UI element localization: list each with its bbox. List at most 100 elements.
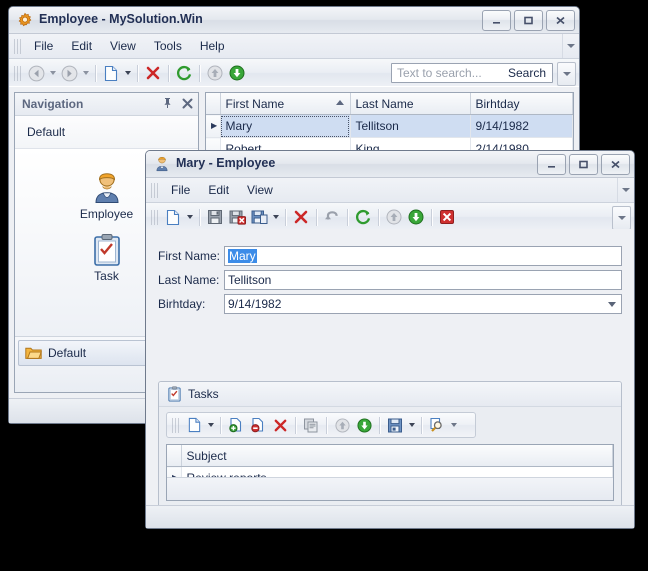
link-remove-icon[interactable]	[247, 414, 269, 436]
birthday-field[interactable]: 9/14/1982	[224, 294, 622, 314]
child-window-titlebar[interactable]: Mary - Employee	[146, 151, 634, 178]
toolbar-grip[interactable]	[14, 66, 22, 81]
column-header-birthday[interactable]: Birhtday	[470, 93, 573, 115]
child-window-controls[interactable]	[537, 154, 630, 175]
main-window-controls[interactable]	[482, 10, 575, 31]
child-statusbar	[146, 505, 634, 528]
move-up-icon[interactable]	[331, 414, 353, 436]
refresh-icon[interactable]	[352, 206, 374, 228]
link-add-icon[interactable]	[225, 414, 247, 436]
menubar-overflow-chevron-icon[interactable]	[617, 178, 634, 202]
last-name-field[interactable]: Tellitson	[224, 270, 622, 290]
search-box[interactable]: Text to search... Search	[391, 63, 553, 83]
save-grid-icon[interactable]	[384, 414, 406, 436]
main-menubar[interactable]: File Edit View Tools Help	[9, 34, 579, 59]
cancel-icon[interactable]	[436, 206, 458, 228]
tasks-groupbox-title: Tasks	[188, 387, 219, 401]
birthday-row: Birhtday: 9/14/1982	[158, 293, 622, 315]
save-icon[interactable]	[204, 206, 226, 228]
menu-edit[interactable]: Edit	[199, 180, 238, 200]
toolbar-separator	[421, 417, 422, 434]
menu-view[interactable]: View	[238, 180, 282, 200]
employee-icon	[154, 156, 170, 172]
save-new-dropdown[interactable]	[270, 206, 281, 228]
find-icon[interactable]	[426, 414, 448, 436]
new-document-icon[interactable]	[100, 62, 122, 84]
toolbar-separator	[379, 417, 380, 434]
first-name-field[interactable]: Mary	[224, 246, 622, 266]
menu-edit[interactable]: Edit	[62, 36, 101, 56]
child-toolbar[interactable]	[146, 203, 634, 232]
maximize-button[interactable]	[569, 154, 598, 175]
minimize-button[interactable]	[482, 10, 511, 31]
toolbar-grip[interactable]	[172, 418, 180, 433]
menu-view[interactable]: View	[101, 36, 145, 56]
menubar-grip[interactable]	[14, 39, 22, 54]
menu-tools[interactable]: Tools	[145, 36, 191, 56]
close-icon[interactable]	[180, 95, 194, 111]
menu-file[interactable]: File	[25, 36, 62, 56]
main-window-titlebar[interactable]: Employee - MySolution.Win	[9, 7, 579, 34]
toolbar-separator	[137, 65, 138, 82]
copy-icon[interactable]	[300, 414, 322, 436]
menubar-overflow-chevron-icon[interactable]	[562, 34, 579, 58]
menu-file[interactable]: File	[162, 180, 199, 200]
main-toolbar[interactable]: Text to search... Search	[9, 59, 579, 88]
maximize-button[interactable]	[514, 10, 543, 31]
tasks-toolbar[interactable]	[166, 412, 476, 438]
minimize-button[interactable]	[537, 154, 566, 175]
new-document-dropdown[interactable]	[184, 206, 195, 228]
toolbar-overflow-chevron-icon[interactable]	[612, 206, 631, 230]
close-button[interactable]	[601, 154, 630, 175]
refresh-icon[interactable]	[173, 62, 195, 84]
toolbar-grip[interactable]	[151, 210, 159, 225]
toolbar-separator	[168, 65, 169, 82]
close-button[interactable]	[546, 10, 575, 31]
save-grid-dropdown[interactable]	[406, 414, 417, 436]
chevron-down-icon[interactable]	[608, 302, 616, 307]
move-up-icon[interactable]	[383, 206, 405, 228]
menu-help[interactable]: Help	[191, 36, 234, 56]
search-input[interactable]: Text to search...	[392, 66, 502, 80]
delete-icon[interactable]	[142, 62, 164, 84]
first-name-value: Mary	[228, 249, 257, 263]
save-new-icon[interactable]	[248, 206, 270, 228]
toolbar-separator	[431, 209, 432, 226]
cell-birthday[interactable]: 9/14/1982	[470, 115, 573, 138]
menubar-grip[interactable]	[151, 183, 159, 198]
forward-icon[interactable]	[58, 62, 80, 84]
employee-detail-window[interactable]: Mary - Employee File Edit View	[145, 150, 635, 529]
new-document-icon[interactable]	[183, 414, 205, 436]
back-dropdown[interactable]	[47, 62, 58, 84]
column-header-first-name[interactable]: First Name	[220, 93, 350, 115]
move-down-icon[interactable]	[405, 206, 427, 228]
forward-dropdown[interactable]	[80, 62, 91, 84]
new-document-dropdown[interactable]	[122, 62, 133, 84]
move-down-icon[interactable]	[226, 62, 248, 84]
search-button[interactable]: Search	[502, 66, 552, 80]
move-down-icon[interactable]	[353, 414, 375, 436]
main-window-title: Employee - MySolution.Win	[39, 12, 203, 26]
column-header-last-name[interactable]: Last Name	[350, 93, 470, 115]
undo-icon[interactable]	[321, 206, 343, 228]
tasks-grid[interactable]: Subject ▶ Review reports Fix breakfast	[166, 444, 614, 501]
cell-last-name[interactable]: Tellitson	[350, 115, 470, 138]
new-document-dropdown[interactable]	[205, 414, 216, 436]
delete-icon[interactable]	[269, 414, 291, 436]
move-up-icon[interactable]	[204, 62, 226, 84]
delete-icon[interactable]	[290, 206, 312, 228]
save-close-icon[interactable]	[226, 206, 248, 228]
back-icon[interactable]	[25, 62, 47, 84]
navigation-footer-label: Default	[48, 346, 86, 360]
column-header-subject[interactable]: Subject	[181, 445, 613, 467]
pin-icon[interactable]	[160, 95, 174, 111]
toolbar-overflow-chevron-icon[interactable]	[557, 62, 576, 86]
table-row[interactable]: ▶ Mary Tellitson 9/14/1982	[206, 115, 573, 138]
navigation-group-label[interactable]: Default	[15, 116, 198, 149]
tasks-toolbar-overflow-chevron-icon[interactable]	[448, 414, 459, 436]
child-menubar[interactable]: File Edit View	[146, 178, 634, 203]
gear-icon	[17, 12, 33, 28]
navigation-title: Navigation	[15, 97, 83, 111]
new-document-icon[interactable]	[162, 206, 184, 228]
cell-first-name[interactable]: Mary	[220, 115, 350, 138]
